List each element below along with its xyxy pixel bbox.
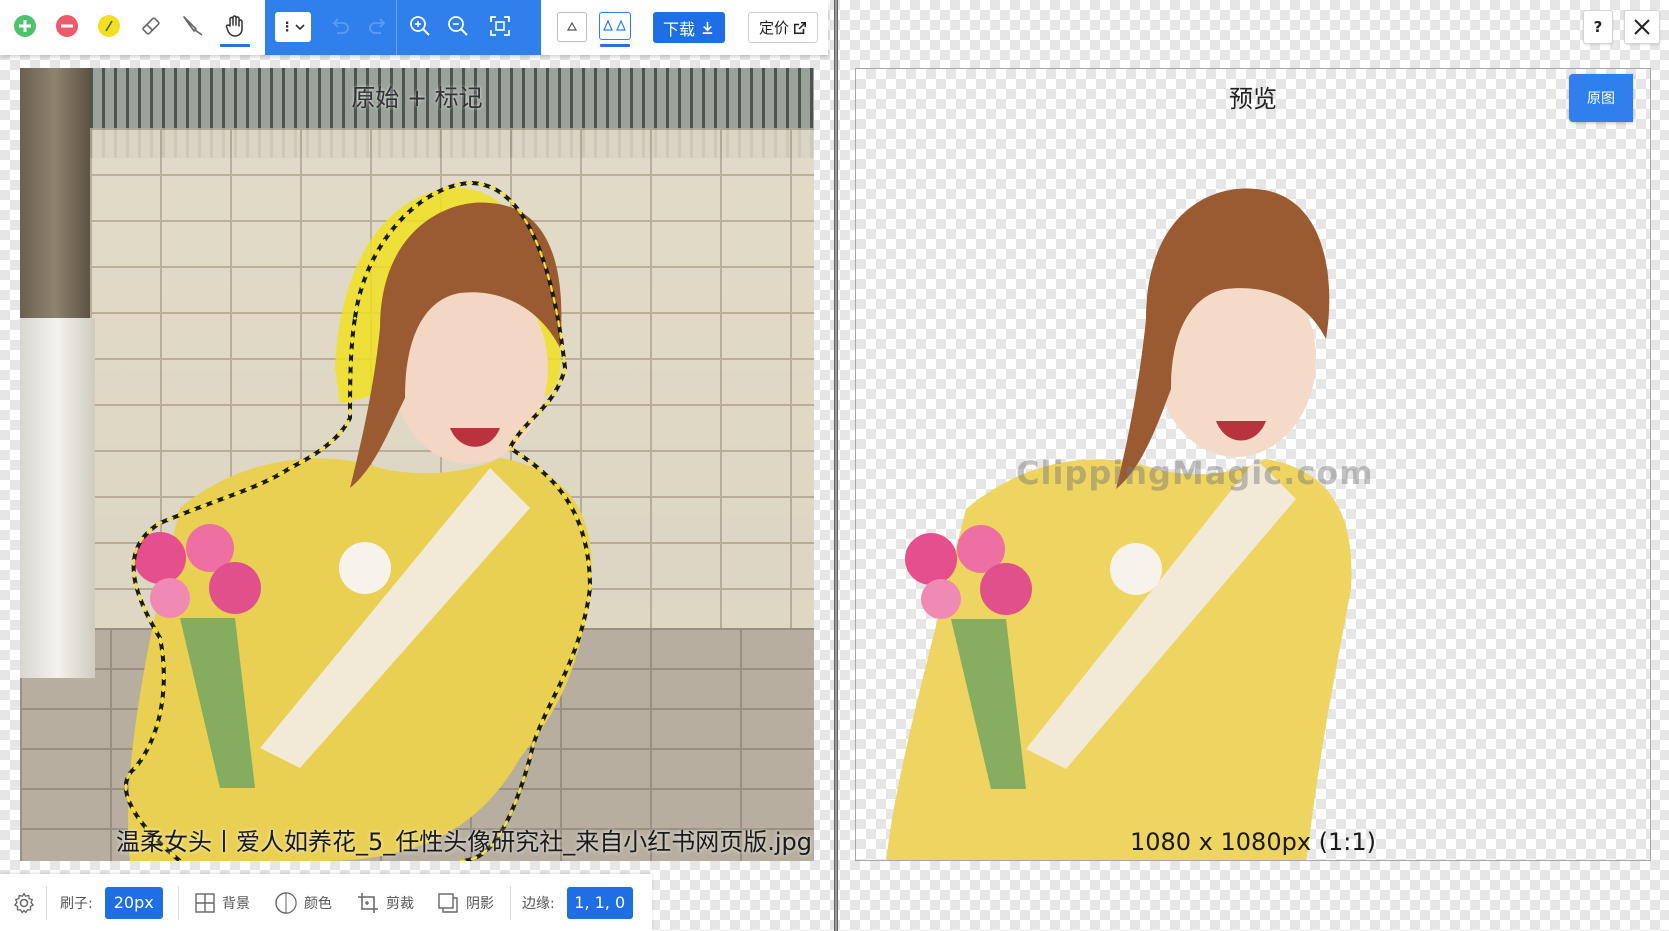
brush-size-button[interactable]: 20px bbox=[104, 886, 163, 919]
crop-icon bbox=[358, 892, 378, 913]
eraser-icon bbox=[142, 17, 160, 35]
help-button[interactable]: ? bbox=[1583, 10, 1613, 44]
side-by-side-view-button[interactable] bbox=[594, 6, 636, 47]
hair-brush-icon bbox=[98, 15, 120, 37]
editor-toolbar: ⋮ 下载 定价 bbox=[0, 0, 828, 55]
zoom-in-button[interactable] bbox=[399, 6, 441, 46]
subject-with-markers bbox=[123, 180, 593, 861]
remove-marker-tool[interactable] bbox=[46, 6, 88, 46]
crop-label: 剪裁 bbox=[386, 895, 414, 912]
watermark-text: ClippingMagic.com bbox=[1016, 454, 1374, 492]
shadow-button[interactable]: 阴影 bbox=[436, 874, 494, 931]
minus-circle-icon bbox=[56, 15, 78, 37]
shadow-icon bbox=[438, 892, 458, 913]
bottom-toolbar: 刷子: 20px 背景 颜色 剪裁 阴影 边缘: 1, 1, 0 bbox=[0, 874, 652, 931]
preview-panel-title: 预览 bbox=[1229, 85, 1277, 113]
background-grid-icon bbox=[195, 892, 215, 913]
download-button[interactable]: 下载 bbox=[653, 12, 725, 43]
eraser-tool[interactable] bbox=[130, 6, 172, 46]
undo-icon bbox=[332, 18, 349, 34]
background-button[interactable]: 背景 bbox=[194, 874, 250, 931]
redo-icon bbox=[369, 18, 386, 34]
show-original-button[interactable]: 原图 bbox=[1569, 74, 1633, 122]
hair-marker-tool[interactable] bbox=[88, 6, 130, 46]
panel-divider[interactable] bbox=[834, 0, 838, 931]
download-icon bbox=[702, 21, 713, 34]
shadow-label: 阴影 bbox=[466, 895, 494, 912]
pan-tool[interactable] bbox=[214, 6, 256, 47]
preview-canvas[interactable]: 预览 ClippingMagic.com 1080 x 1080px (1:1) bbox=[855, 68, 1651, 861]
zoom-out-button[interactable] bbox=[437, 6, 479, 46]
crop-button[interactable]: 剪裁 bbox=[356, 874, 414, 931]
color-contrast-icon bbox=[275, 891, 297, 914]
single-view-icon bbox=[566, 21, 578, 31]
dual-view-icon bbox=[603, 19, 626, 31]
undo-button[interactable] bbox=[319, 6, 361, 46]
source-filename: 温柔女头丨爱人如养花_5_任性头像研究社_来自小红书网页版.jpg bbox=[115, 828, 812, 856]
edge-control: 边缘: 1, 1, 0 bbox=[522, 874, 633, 931]
zoom-in-icon bbox=[410, 16, 430, 36]
background-label: 背景 bbox=[222, 895, 250, 912]
brush-size-control: 刷子: 20px bbox=[60, 874, 163, 931]
tool-options-label: ⋮ bbox=[280, 19, 294, 35]
close-icon bbox=[1634, 19, 1650, 35]
fit-to-screen-button[interactable] bbox=[479, 6, 521, 46]
tool-options-select[interactable]: ⋮ bbox=[275, 12, 311, 42]
hand-icon bbox=[225, 15, 243, 37]
single-view-button[interactable] bbox=[557, 12, 587, 42]
chevron-down-icon bbox=[294, 24, 305, 31]
scalpel-tool[interactable] bbox=[172, 6, 214, 46]
gear-icon bbox=[14, 892, 34, 913]
settings-button[interactable] bbox=[12, 874, 36, 931]
edge-label: 边缘: bbox=[522, 895, 555, 912]
original-marked-canvas[interactable]: 原始 + 标记 温柔女头丨爱人如养花_5_任性头像研究社_来自小红书网页版.jp… bbox=[20, 68, 814, 861]
keep-marker-tool[interactable] bbox=[4, 6, 46, 46]
color-label: 颜色 bbox=[304, 895, 332, 912]
pricing-label: 定价 bbox=[758, 19, 789, 37]
brush-label: 刷子: bbox=[60, 895, 93, 912]
external-link-icon bbox=[793, 21, 807, 34]
edge-settings-button[interactable]: 1, 1, 0 bbox=[566, 886, 633, 919]
zoom-out-icon bbox=[448, 16, 468, 36]
image-dimensions: 1080 x 1080px (1:1) bbox=[1129, 828, 1377, 856]
pricing-button[interactable]: 定价 bbox=[748, 12, 818, 43]
close-button[interactable] bbox=[1624, 10, 1660, 44]
edit-tool-group: ⋮ bbox=[265, 0, 541, 55]
redo-button[interactable] bbox=[357, 6, 399, 46]
download-label: 下载 bbox=[662, 19, 695, 39]
original-panel-title: 原始 + 标记 bbox=[351, 84, 483, 112]
fit-screen-icon bbox=[490, 16, 510, 36]
color-button[interactable]: 颜色 bbox=[274, 874, 332, 931]
help-label: ? bbox=[1593, 18, 1603, 36]
plus-circle-icon bbox=[14, 15, 36, 37]
scalpel-icon bbox=[183, 16, 203, 36]
